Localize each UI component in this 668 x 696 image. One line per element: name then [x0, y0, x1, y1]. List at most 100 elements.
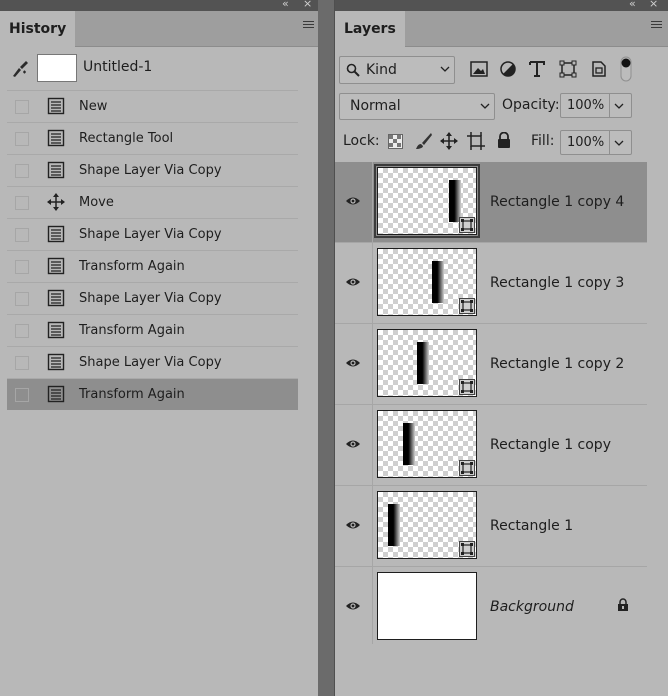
tab-history[interactable]: History	[0, 11, 76, 47]
visibility-eye-icon[interactable]	[345, 600, 361, 612]
type-filter-icon[interactable]	[529, 60, 545, 78]
layer-row[interactable]: Rectangle 1	[335, 486, 647, 567]
history-state-label: Transform Again	[79, 323, 185, 338]
history-tabbar: History	[0, 11, 320, 47]
opacity-field[interactable]: 100%	[560, 93, 632, 118]
history-state-item[interactable]: Shape Layer Via Copy	[7, 346, 298, 378]
layer-name[interactable]: Rectangle 1 copy	[490, 405, 611, 485]
panel-menu-icon[interactable]	[651, 21, 662, 30]
history-state-item[interactable]: Rectangle Tool	[7, 122, 298, 154]
layer-thumbnail[interactable]	[377, 248, 477, 316]
history-brush-icon[interactable]	[11, 60, 31, 78]
lock-all-icon[interactable]	[497, 132, 511, 149]
history-snapshot-source-checkbox[interactable]	[15, 164, 29, 178]
collapse-icon[interactable]: «	[282, 0, 289, 11]
image-filter-icon[interactable]	[470, 61, 488, 77]
history-state-label: Rectangle Tool	[79, 131, 174, 146]
layer-thumbnail[interactable]	[377, 329, 477, 397]
layer-thumbnail[interactable]	[377, 572, 477, 640]
layer-row[interactable]: Background	[335, 567, 647, 648]
history-state-label: New	[79, 99, 108, 114]
panel-top-strip: « ×	[335, 0, 668, 11]
history-state-label: Move	[79, 195, 114, 210]
layers-tabbar: Layers	[335, 11, 668, 47]
history-snapshot-source-checkbox[interactable]	[15, 324, 29, 338]
lock-position-icon[interactable]	[440, 132, 458, 150]
lock-artboard-icon[interactable]	[467, 132, 485, 150]
history-snapshot[interactable]: Untitled-1	[7, 52, 298, 86]
history-state-item[interactable]: Shape Layer Via Copy	[7, 154, 298, 186]
layer-name[interactable]: Rectangle 1 copy 3	[490, 243, 624, 323]
rectangle-shape	[449, 180, 461, 222]
layer-name[interactable]: Background	[490, 567, 574, 647]
layer-thumbnail[interactable]	[374, 164, 480, 238]
snapshot-label: Untitled-1	[83, 59, 153, 75]
fill-value: 100%	[567, 135, 605, 150]
visibility-eye-icon[interactable]	[345, 276, 361, 288]
history-snapshot-source-checkbox[interactable]	[15, 260, 29, 274]
document-icon	[47, 321, 65, 339]
history-snapshot-source-checkbox[interactable]	[15, 388, 29, 402]
lock-transparent-pixels-icon[interactable]	[388, 134, 403, 149]
opacity-label: Opacity:	[502, 97, 560, 113]
shape-layer-badge-icon	[459, 217, 475, 233]
panel-menu-icon[interactable]	[303, 21, 314, 30]
shape-layer-badge-icon	[459, 298, 475, 314]
layer-row[interactable]: Rectangle 1 copy 3	[335, 243, 647, 324]
visibility-eye-icon[interactable]	[345, 357, 361, 369]
history-state-item[interactable]: Transform Again	[7, 378, 298, 410]
history-state-label: Shape Layer Via Copy	[79, 163, 222, 178]
shape-filter-icon[interactable]	[559, 60, 577, 78]
blend-mode-dropdown[interactable]: Normal	[339, 93, 495, 120]
layer-row[interactable]: Rectangle 1 copy 4	[335, 162, 647, 243]
history-state-item[interactable]: Move	[7, 186, 298, 218]
close-icon[interactable]: ×	[303, 0, 312, 11]
lock-image-pixels-icon[interactable]	[415, 132, 433, 150]
history-panel: « × History Untitled-1 New Rectangle Tool…	[0, 0, 334, 696]
history-snapshot-source-checkbox[interactable]	[15, 292, 29, 306]
history-snapshot-source-checkbox[interactable]	[15, 100, 29, 114]
document-icon	[47, 257, 65, 275]
panel-divider[interactable]	[318, 0, 334, 696]
history-state-item[interactable]: Transform Again	[7, 250, 298, 282]
layer-row[interactable]: Rectangle 1 copy	[335, 405, 647, 486]
history-state-label: Transform Again	[79, 259, 185, 274]
visibility-eye-icon[interactable]	[345, 438, 361, 450]
visibility-eye-icon[interactable]	[345, 519, 361, 531]
history-snapshot-source-checkbox[interactable]	[15, 228, 29, 242]
rectangle-shape	[388, 504, 400, 546]
document-icon	[47, 353, 65, 371]
tab-layers[interactable]: Layers	[335, 11, 405, 47]
document-icon	[47, 225, 65, 243]
document-icon	[47, 385, 65, 403]
layer-name[interactable]: Rectangle 1 copy 4	[490, 162, 624, 242]
layer-thumbnail[interactable]	[377, 491, 477, 559]
filter-kind-dropdown[interactable]: Kind	[339, 56, 455, 84]
rectangle-shape	[417, 342, 429, 384]
layer-row[interactable]: Rectangle 1 copy 2	[335, 324, 647, 405]
layer-name[interactable]: Rectangle 1	[490, 486, 573, 566]
history-snapshot-source-checkbox[interactable]	[15, 196, 29, 210]
chevron-down-icon	[480, 103, 490, 109]
fill-label: Fill:	[531, 133, 555, 149]
layer-list: Rectangle 1 copy 4 Rectangle 1 copy 3 Rect…	[335, 162, 647, 648]
fill-field[interactable]: 100%	[560, 130, 632, 155]
history-list: New Rectangle Tool Shape Layer Via Copy Mov…	[7, 90, 298, 410]
move-icon	[47, 193, 65, 211]
filter-toggle-icon[interactable]	[620, 56, 632, 82]
history-state-item[interactable]: Shape Layer Via Copy	[7, 282, 298, 314]
visibility-eye-icon[interactable]	[345, 195, 361, 207]
smart-object-filter-icon[interactable]	[591, 60, 607, 78]
layer-name[interactable]: Rectangle 1 copy 2	[490, 324, 624, 404]
adjustment-filter-icon[interactable]	[500, 61, 516, 77]
history-snapshot-source-checkbox[interactable]	[15, 132, 29, 146]
layer-thumbnail[interactable]	[377, 410, 477, 478]
layer-lock-icon[interactable]	[617, 598, 629, 612]
history-state-item[interactable]: New	[7, 90, 298, 122]
rectangle-shape	[403, 423, 415, 465]
close-icon[interactable]: ×	[649, 0, 658, 11]
collapse-icon[interactable]: «	[629, 0, 636, 11]
history-snapshot-source-checkbox[interactable]	[15, 356, 29, 370]
history-state-item[interactable]: Transform Again	[7, 314, 298, 346]
history-state-item[interactable]: Shape Layer Via Copy	[7, 218, 298, 250]
